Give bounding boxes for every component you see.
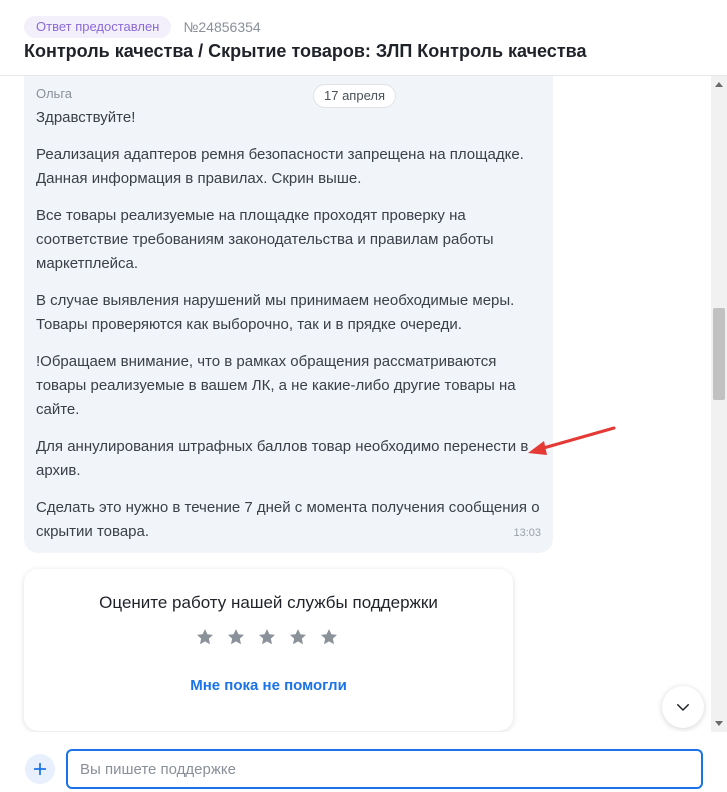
message-paragraph: Для аннулирования штрафных баллов товар … [36, 438, 529, 479]
composer [0, 732, 727, 792]
page-title: Контроль качества / Скрытие товаров: ЗЛП… [24, 41, 587, 61]
status-badge: Ответ предоставлен [24, 16, 172, 38]
message-paragraph: Здравствуйте! [36, 109, 136, 126]
scroll-up-arrow-icon[interactable] [715, 82, 723, 87]
status-row: Ответ предоставлен №24856354 [24, 16, 261, 38]
ticket-header: Ответ предоставлен №24856354 Контроль ка… [0, 0, 727, 76]
message-paragraph: !Обращаем внимание, что в рамках обращен… [36, 353, 516, 418]
star-icon[interactable] [257, 627, 277, 647]
chat-area[interactable]: Ольга 17 апреля Здравствуйте! Реализация… [0, 76, 711, 732]
rating-card: Оцените работу нашей службы поддержки Мн… [24, 569, 513, 731]
scroll-thumb[interactable] [713, 308, 725, 400]
message-paragraph: В случае выявления нарушений мы принимае… [36, 292, 515, 333]
date-pill: 17 апреля [313, 84, 396, 108]
message-paragraph: Сделать это нужно в течение 7 дней с мом… [36, 499, 540, 540]
plus-icon [33, 762, 47, 776]
chevron-down-icon [677, 704, 689, 711]
scroll-down-arrow-icon[interactable] [715, 721, 723, 726]
scroll-down-button[interactable] [662, 686, 704, 728]
scrollbar[interactable] [711, 76, 727, 732]
rating-title: Оцените работу нашей службы поддержки [99, 593, 438, 612]
star-icon[interactable] [195, 627, 215, 647]
message-input[interactable] [66, 749, 703, 789]
star-icon[interactable] [319, 627, 339, 647]
message-sender: Ольга [36, 86, 73, 101]
not-helped-link[interactable]: Мне пока не помогли [24, 677, 513, 694]
star-icon[interactable] [226, 627, 246, 647]
message-paragraph: Все товары реализуемые на площадке прохо… [36, 207, 494, 272]
add-attachment-button[interactable] [25, 754, 55, 784]
star-rating [195, 627, 339, 647]
message-paragraph: Реализация адаптеров ремня безопасности … [36, 146, 524, 187]
star-icon[interactable] [288, 627, 308, 647]
ticket-number: №24856354 [183, 19, 261, 35]
message-time: 13:03 [513, 527, 541, 539]
message-body: Здравствуйте! Реализация адаптеров ремня… [36, 106, 546, 557]
support-message: Ольга 17 апреля Здравствуйте! Реализация… [24, 76, 553, 553]
